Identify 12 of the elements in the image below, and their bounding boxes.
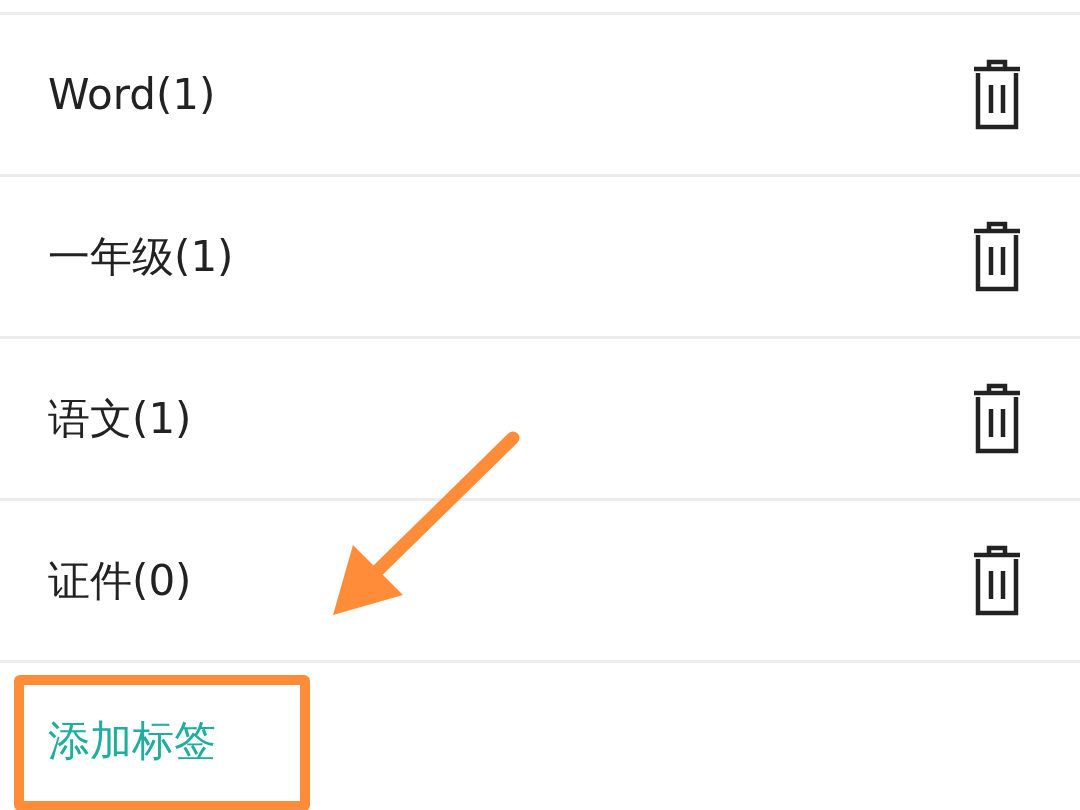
trash-icon [972,220,1022,293]
delete-button[interactable] [972,58,1022,131]
tag-name[interactable]: 证件(0) [48,552,192,609]
delete-button[interactable] [972,382,1022,455]
delete-button[interactable] [972,220,1022,293]
tag-name[interactable]: 一年级(1) [48,228,234,285]
delete-button[interactable] [972,544,1022,617]
trash-icon [972,544,1022,617]
tag-name[interactable]: Word(1) [48,70,216,119]
trash-icon [972,382,1022,455]
trash-icon [972,58,1022,131]
tag-name[interactable]: 语文(1) [48,390,192,447]
